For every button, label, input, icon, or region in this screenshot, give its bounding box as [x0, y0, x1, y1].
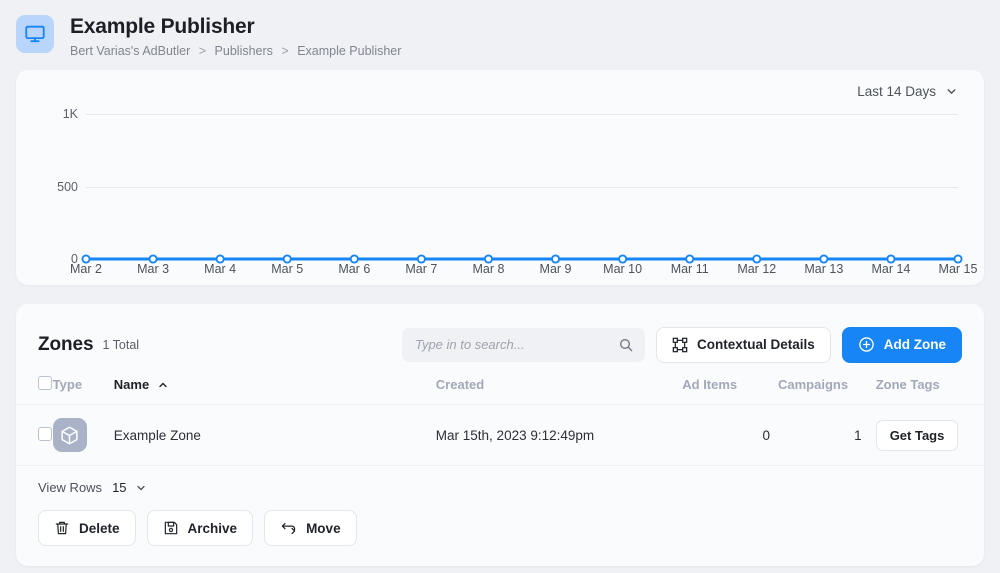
x-axis-tick-label: Mar 7 — [405, 262, 438, 276]
column-header-name[interactable]: Name — [113, 366, 436, 405]
y-axis-tick-label: 500 — [57, 179, 78, 194]
row-checkbox[interactable] — [38, 426, 52, 441]
breadcrumb-item-0[interactable]: Bert Varias's AdButler — [70, 44, 190, 58]
column-header-name-label: Name — [113, 377, 150, 392]
column-header-ad-items[interactable]: Ad Items — [676, 366, 770, 405]
x-axis-tick-label: Mar 6 — [338, 262, 371, 276]
chart-series-line — [81, 254, 963, 264]
plus-circle-icon — [858, 337, 874, 352]
row-campaigns-cell: 1 — [769, 404, 862, 466]
zones-table-body: Example Zone Mar 15th, 2023 9:12:49pm 0 … — [16, 404, 984, 466]
delete-label: Delete — [79, 520, 120, 536]
x-axis-tick-label: Mar 12 — [737, 262, 777, 276]
zones-table-header: Type Name Created Ad Items Campaigns Zon… — [16, 366, 984, 405]
get-tags-button[interactable]: Get Tags — [875, 419, 959, 451]
zones-total-count: 1 Total — [102, 337, 140, 352]
view-rows-value: 15 — [112, 480, 127, 495]
table-row[interactable]: Example Zone Mar 15th, 2023 9:12:49pm 0 … — [16, 404, 984, 466]
x-axis-tick-label: Mar 8 — [472, 262, 505, 276]
x-axis-tick-label: Mar 2 — [70, 262, 102, 276]
breadcrumb-item-2[interactable]: Example Publisher — [297, 44, 401, 58]
chevron-down-icon — [136, 485, 145, 490]
column-header-zone-tags[interactable]: Zone Tags — [861, 366, 984, 405]
view-rows-control: View Rows 15 — [38, 480, 962, 495]
add-zone-button[interactable]: Add Zone — [841, 326, 962, 363]
chart-x-axis: Mar 2 Mar 3 Mar 4 Mar 5 Mar 6 Mar 7 Mar 8 Mar 9… — [70, 262, 977, 284]
view-rows-label: View Rows — [38, 480, 103, 495]
contextual-details-button[interactable]: Contextual Details — [655, 326, 831, 363]
x-axis-tick-label: Mar 13 — [804, 262, 844, 276]
row-zone-tags-cell: Get Tags — [861, 404, 984, 466]
x-axis-tick-label: Mar 10 — [603, 262, 643, 276]
cube-icon — [52, 418, 87, 452]
zones-card: Zones 1 Total Contextual Details — [16, 304, 984, 566]
page-title: Example Publisher — [70, 15, 255, 38]
breadcrumb: Bert Varias's AdButler > Publishers > Ex… — [70, 43, 401, 59]
row-select-cell — [16, 404, 53, 466]
breadcrumb-separator: > — [198, 44, 207, 58]
row-created-cell: Mar 15th, 2023 9:12:49pm — [435, 404, 677, 466]
trash-icon — [55, 521, 69, 535]
monitor-icon — [16, 15, 54, 53]
search-icon[interactable] — [618, 337, 634, 353]
x-axis-tick-label: Mar 9 — [539, 262, 572, 276]
add-zone-label: Add Zone — [883, 337, 946, 352]
column-header-type[interactable]: Type — [52, 366, 114, 405]
zones-table-footer: View Rows 15 Delete Archive Move — [16, 466, 984, 546]
breadcrumb-separator: > — [281, 44, 289, 58]
column-header-created[interactable]: Created — [435, 366, 677, 405]
delete-button[interactable]: Delete — [38, 510, 136, 546]
floppy-disk-icon — [164, 521, 177, 535]
x-axis-tick-label: Mar 14 — [871, 262, 911, 276]
search-box[interactable] — [401, 327, 645, 362]
move-button[interactable]: Move — [264, 510, 357, 546]
page-header: Example Publisher Bert Varias's AdButler… — [0, 0, 1000, 70]
selection-frame-icon — [672, 337, 688, 352]
x-axis-tick-label: Mar 11 — [670, 262, 709, 276]
bulk-actions: Delete Archive Move — [38, 510, 962, 546]
row-ad-items-cell: 0 — [676, 404, 770, 466]
select-all-header — [16, 366, 53, 405]
chart-plot-area: 0 500 1K Mar 2 Mar 3 Mar 4 Mar 5 Mar 6 Mar 7 Mar… — [16, 107, 984, 285]
row-type-cell — [52, 404, 114, 466]
chevron-up-icon — [159, 382, 167, 387]
breadcrumb-item-1[interactable]: Publishers — [215, 44, 273, 58]
x-axis-tick-label: Mar 5 — [271, 262, 304, 276]
chart-plot — [81, 114, 963, 264]
column-header-campaigns[interactable]: Campaigns — [769, 366, 862, 405]
date-range-label: Last 14 Days — [857, 84, 936, 99]
contextual-details-label: Contextual Details — [696, 337, 815, 352]
y-axis-tick-label: 1K — [62, 107, 78, 121]
date-range-selector[interactable]: Last 14 Days — [857, 84, 958, 99]
chevron-down-icon — [947, 89, 956, 94]
view-rows-select[interactable]: 15 — [112, 480, 146, 495]
move-arrows-icon — [281, 522, 296, 534]
analytics-chart-card: Last 14 Days 0 500 1K Mar 2 Mar 3 Mar 4 Mar 5… — [16, 70, 984, 285]
zones-table: Type Name Created Ad Items Campaigns Zon… — [16, 366, 984, 466]
x-axis-tick-label: Mar 4 — [204, 262, 237, 276]
chart-y-axis: 0 500 1K — [16, 107, 86, 266]
move-label: Move — [306, 520, 341, 536]
search-input[interactable] — [414, 337, 618, 352]
zones-toolbar: Zones 1 Total Contextual Details — [16, 304, 984, 366]
x-axis-tick-label: Mar 15 — [938, 262, 978, 276]
archive-button[interactable]: Archive — [146, 510, 254, 546]
zones-title: Zones — [38, 333, 94, 355]
x-axis-tick-label: Mar 3 — [137, 262, 170, 276]
select-all-checkbox[interactable] — [38, 376, 52, 390]
row-name-cell[interactable]: Example Zone — [113, 404, 436, 466]
table-header-row: Type Name Created Ad Items Campaigns Zon… — [16, 366, 984, 405]
archive-label: Archive — [187, 520, 238, 536]
